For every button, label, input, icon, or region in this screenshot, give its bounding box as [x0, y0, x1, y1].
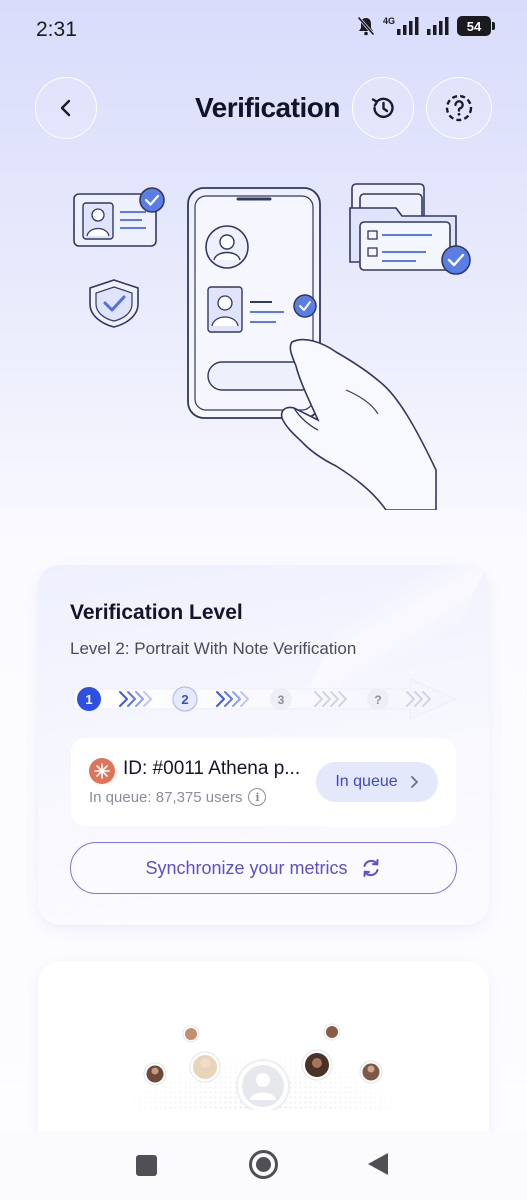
refresh-icon	[363, 859, 379, 877]
step-1: 1	[77, 687, 101, 711]
documents-graphic	[349, 183, 471, 275]
avatar-4	[323, 1023, 341, 1041]
item-title: ID: #0011 Athena p...	[123, 758, 301, 779]
in-queue-label: In queue	[335, 773, 398, 790]
help-button[interactable]	[426, 77, 492, 139]
chevron-right-icon	[410, 776, 418, 788]
card-title: Verification Level	[70, 601, 243, 624]
history-icon	[371, 97, 394, 118]
step-4: ?	[367, 688, 389, 710]
shield-graphic	[89, 279, 139, 328]
user-globe-graphic	[135, 1020, 391, 1110]
home-button[interactable]	[249, 1150, 278, 1179]
recent-apps-button[interactable]	[136, 1155, 157, 1176]
athena-icon	[89, 758, 115, 784]
status-icons: 4G 54	[357, 16, 495, 36]
avatar-2	[182, 1025, 200, 1043]
history-button[interactable]	[352, 77, 414, 139]
battery-indicator: 54	[457, 16, 495, 36]
level-progress: 1 2 3 ?	[73, 678, 458, 720]
signal-icon-2	[427, 17, 449, 35]
step-2: 2	[172, 686, 198, 712]
step-1-label: 1	[85, 692, 92, 707]
network-type: 4G	[382, 16, 395, 26]
mute-icon	[357, 16, 375, 36]
back-arrow-icon	[60, 99, 71, 117]
step-2-label: 2	[181, 692, 188, 707]
sync-button-label: Synchronize your metrics	[145, 857, 348, 878]
queue-count: In queue: 87,375 users	[89, 788, 243, 806]
verification-illustration	[73, 183, 471, 510]
status-bar: 2:31 4G 54	[0, 0, 527, 60]
item-queue-info: In queue: 87,375 users i	[89, 788, 267, 806]
page-title: Verification	[195, 92, 340, 123]
verification-level-card: Verification Level Level 2: Portrait Wit…	[38, 565, 489, 925]
signal-icon	[397, 17, 419, 35]
phone-graphic	[187, 187, 321, 419]
step-4-label: ?	[374, 693, 381, 707]
id-card-graphic	[73, 187, 165, 247]
avatar-5	[301, 1049, 333, 1081]
system-nav-bar	[0, 1131, 527, 1200]
avatar-1	[143, 1062, 167, 1086]
verification-item[interactable]: ID: #0011 Athena p... In queue: 87,375 u…	[71, 738, 456, 826]
step-3-label: 3	[278, 693, 285, 707]
synchronize-metrics-button[interactable]: Synchronize your metrics	[70, 842, 457, 894]
step-3: 3	[270, 688, 292, 710]
help-icon	[445, 94, 473, 122]
in-queue-button[interactable]: In queue	[316, 762, 438, 802]
system-back-button[interactable]	[368, 1153, 388, 1175]
info-icon[interactable]: i	[248, 788, 267, 806]
back-button[interactable]	[35, 77, 97, 139]
card-subtitle: Level 2: Portrait With Note Verification	[70, 639, 357, 658]
avatar-6	[359, 1060, 383, 1084]
hand-graphic	[280, 338, 437, 510]
avatar-3	[189, 1051, 221, 1083]
status-time: 2:31	[36, 18, 77, 41]
